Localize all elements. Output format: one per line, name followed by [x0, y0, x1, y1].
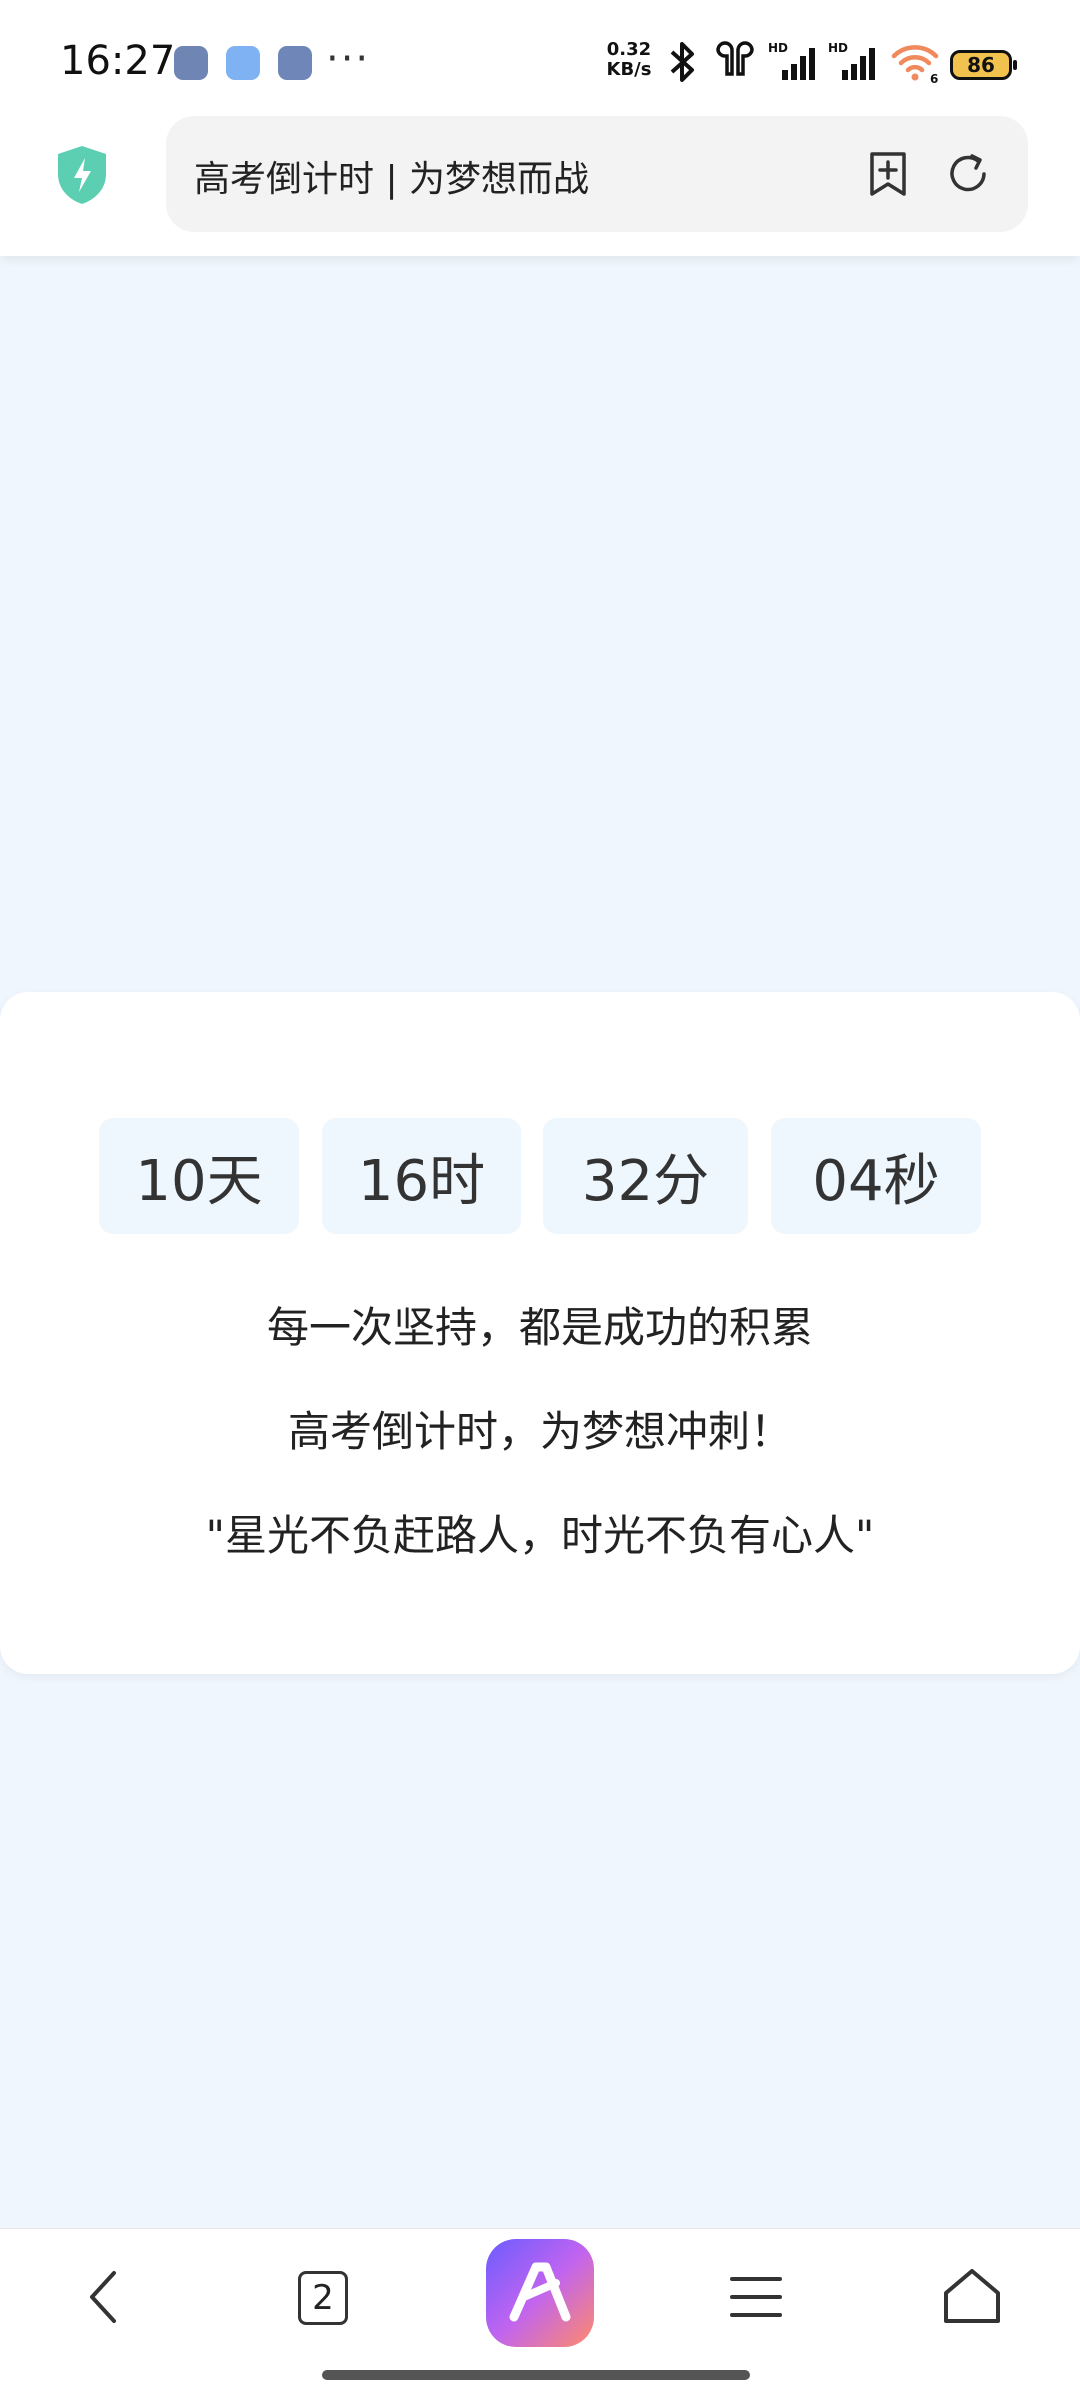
motivation-quote: "星光不负赶路人，时光不负有心人": [205, 1511, 875, 1560]
add-bookmark-icon[interactable]: [862, 148, 914, 200]
countdown-timer: 10天 16时 32分 04秒: [0, 1118, 1080, 1234]
countdown-seconds: 04秒: [771, 1118, 981, 1234]
signal-hd-icon: HD: [828, 41, 875, 80]
bluetooth-icon: [670, 42, 694, 82]
signal-hd-icon: HD: [768, 41, 815, 80]
notification-app-icon: [278, 46, 312, 80]
motivation-line: 每一次坚持，都是成功的积累: [266, 1303, 813, 1352]
home-icon[interactable]: [932, 2257, 1012, 2337]
wifi-icon: 6: [891, 45, 938, 84]
earbuds-icon: [716, 41, 754, 76]
refresh-icon[interactable]: [942, 148, 994, 200]
tabs-button[interactable]: 2: [298, 2271, 348, 2325]
ai-logo-icon: [509, 2262, 571, 2322]
countdown-hours: 16时: [322, 1118, 521, 1234]
svg-text:HD: HD: [768, 41, 788, 55]
menu-icon[interactable]: [716, 2257, 796, 2337]
more-notifications-icon: ···: [326, 36, 371, 82]
notification-app-icon: [174, 46, 208, 80]
status-bar: 16:27 ··· 0.32 KB/s HD HD 6 86: [0, 0, 1080, 120]
gesture-home-indicator[interactable]: [322, 2370, 750, 2380]
svg-text:HD: HD: [828, 41, 848, 55]
countdown-card: 10天 16时 32分 04秒 每一次坚持，都是成功的积累 高考倒计时，为梦想冲…: [0, 992, 1080, 1674]
network-speed-value: 0.32: [606, 39, 652, 60]
svg-text:6: 6: [930, 72, 938, 84]
network-speed: 0.32 KB/s: [600, 40, 658, 80]
network-speed-unit: KB/s: [606, 59, 652, 80]
top-area: 16:27 ··· 0.32 KB/s HD HD 6 86 高考倒计时 | 为…: [0, 0, 1080, 256]
back-icon[interactable]: [66, 2257, 146, 2337]
message-notification-icon: [226, 46, 260, 80]
countdown-minutes: 32分: [543, 1118, 748, 1234]
page-title[interactable]: 高考倒计时 | 为梦想而战: [194, 150, 589, 202]
status-time: 16:27: [60, 38, 176, 84]
security-shield-icon[interactable]: [54, 144, 110, 206]
address-bar[interactable]: 高考倒计时 | 为梦想而战: [166, 116, 1028, 232]
ai-assistant-button[interactable]: [486, 2239, 594, 2347]
countdown-days: 10天: [99, 1118, 299, 1234]
battery-indicator: 86: [950, 50, 1017, 80]
motivation-line: 高考倒计时，为梦想冲刺！: [287, 1407, 792, 1456]
